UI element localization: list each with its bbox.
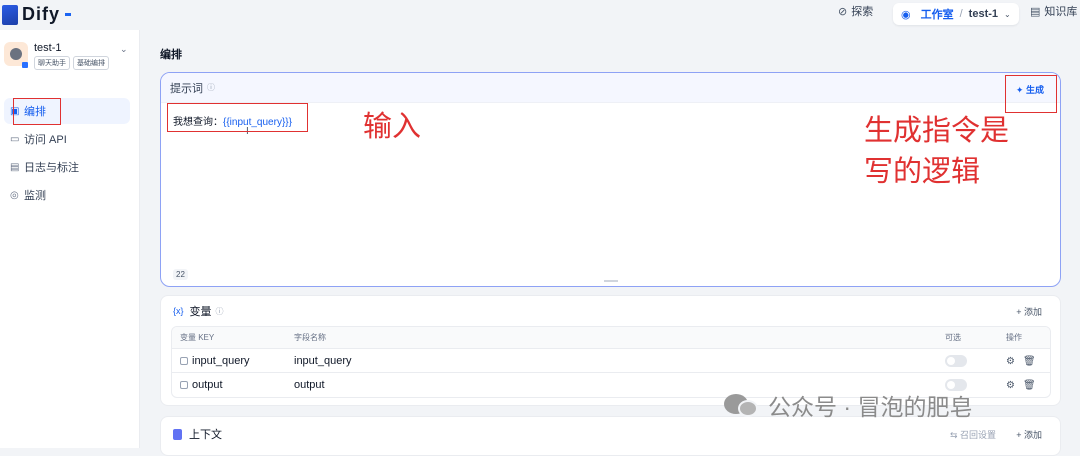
variables-header: {x} 变量 ⓘ + 添加	[161, 296, 1060, 326]
variable-key[interactable]: output	[180, 379, 223, 391]
context-header: 上下文	[161, 417, 1060, 451]
variables-label: 变量	[189, 306, 212, 318]
chevron-down-icon[interactable]: ⌄	[1004, 10, 1011, 19]
dify-logo-mark	[2, 4, 18, 25]
settings-icon[interactable]: ⚙	[1006, 380, 1015, 391]
app-tag-basic: 基础编排	[73, 56, 109, 70]
book-icon: ▤	[1030, 5, 1041, 18]
sidebar-item-label: 访问 API	[24, 134, 67, 146]
annotation-box-generate	[1005, 75, 1057, 113]
add-context-label: 添加	[1023, 430, 1042, 440]
variable-key-text: output	[192, 379, 223, 391]
prompt-header: 提示词 ⓘ	[161, 73, 1060, 103]
help-icon[interactable]: ⓘ	[216, 306, 224, 317]
annotation-generate-note: 生成指令是 写的逻辑	[864, 110, 1009, 192]
toggle-switch[interactable]	[945, 354, 967, 367]
nav-project-label[interactable]: test-1	[969, 8, 998, 20]
variable-key[interactable]: input_query	[180, 355, 250, 367]
app-header[interactable]: test-1 聊天助手 基础编排	[4, 42, 109, 70]
nav-knowledge-label: 知识库	[1044, 6, 1078, 18]
col-header-optional: 可选	[945, 333, 961, 342]
sidebar-item-label: 日志与标注	[24, 162, 79, 174]
context-label: 上下文	[189, 429, 222, 441]
row-actions: ⚙ 🗑	[1006, 355, 1044, 367]
add-variable-label: 添加	[1023, 306, 1042, 317]
variable-name[interactable]: output	[294, 379, 325, 391]
watermark: 公众号 · 冒泡的肥皂	[724, 388, 972, 422]
variable-key-text: input_query	[192, 354, 250, 367]
add-variable-button[interactable]: + 添加	[1016, 305, 1042, 318]
app-type-badge-icon	[22, 62, 28, 68]
settings-icon[interactable]: ⚙	[1006, 356, 1015, 367]
annotation-box-prompt	[167, 103, 308, 132]
monitor-icon: ◎	[10, 189, 19, 201]
nav-studio[interactable]: ◉ 工作室 / test-1 ⌄	[893, 3, 1019, 25]
top-bar: Dify ⊘ 探索 ◉ 工作室 / test-1 ⌄ ▤ 知识库	[0, 0, 1080, 30]
nav-knowledge[interactable]: ▤ 知识库	[1030, 3, 1077, 19]
col-header-name: 字段名称	[294, 333, 326, 342]
sidebar-item-monitor[interactable]: ◎ 监测	[4, 182, 130, 208]
context-card: 上下文 ⇆ 召回设置 + 添加	[160, 416, 1061, 456]
recall-settings-button[interactable]: ⇆ 召回设置	[950, 428, 996, 441]
annotation-box-orchestrate	[13, 98, 61, 125]
nav-studio-label: 工作室	[920, 9, 954, 21]
key-icon	[180, 356, 188, 365]
nav-explore-label: 探索	[851, 6, 874, 18]
app-avatar	[4, 42, 28, 68]
compass-icon: ⊘	[838, 5, 848, 18]
app-name: test-1	[34, 42, 62, 54]
nav-separator: /	[959, 8, 963, 20]
nav-explore[interactable]: ⊘ 探索	[838, 3, 873, 19]
char-count: 22	[173, 269, 188, 280]
annotation-generate-line1: 生成指令是	[864, 113, 1010, 147]
sliders-icon: ⇆	[949, 430, 960, 440]
logo-underscore	[65, 13, 72, 16]
terminal-icon: ▭	[10, 133, 20, 145]
help-icon[interactable]: ⓘ	[207, 82, 215, 93]
logo-text: Dify	[22, 4, 61, 24]
trash-icon[interactable]: 🗑	[1023, 356, 1036, 367]
app-menu-chevron-icon[interactable]: ⌄	[120, 44, 128, 55]
dify-logo[interactable]: Dify	[2, 4, 72, 25]
add-context-button[interactable]: + 添加	[1016, 428, 1042, 441]
prompt-label: 提示词	[170, 82, 203, 95]
sidebar: test-1 聊天助手 基础编排 ⌄ ▣ 编排 ▭ 访问 API ▤ 日志与标注…	[0, 30, 140, 448]
robot-icon: ◉	[901, 8, 911, 21]
page-title: 编排	[160, 49, 182, 61]
annotation-generate-line2: 写的逻辑	[864, 154, 981, 188]
app-tag-chat: 聊天助手	[34, 56, 70, 70]
col-header-key: 变量 KEY	[180, 333, 215, 342]
sidebar-item-logs[interactable]: ▤ 日志与标注	[4, 154, 130, 180]
sidebar-item-label: 监测	[24, 190, 46, 202]
optional-toggle[interactable]	[945, 354, 967, 367]
document-icon	[173, 428, 182, 440]
log-icon: ▤	[10, 161, 20, 173]
sidebar-item-api[interactable]: ▭ 访问 API	[4, 126, 130, 152]
annotation-input-note: 输入	[363, 109, 422, 143]
resize-handle[interactable]	[604, 280, 618, 282]
table-header-row: 变量 KEY 字段名称 可选 操作	[172, 327, 1050, 349]
trash-icon[interactable]: 🗑	[1023, 380, 1036, 391]
watermark-text: 公众号 · 冒泡的肥皂	[768, 394, 973, 420]
variable-name[interactable]: input_query	[294, 355, 352, 367]
wechat-icon	[724, 392, 760, 418]
row-actions: ⚙ 🗑	[1006, 379, 1044, 391]
variable-icon: {x}	[173, 306, 184, 316]
col-header-actions: 操作	[1006, 333, 1022, 342]
table-row: input_query input_query ⚙ 🗑	[172, 349, 1050, 373]
recall-settings-label: 召回设置	[959, 430, 996, 440]
key-icon	[180, 381, 188, 389]
